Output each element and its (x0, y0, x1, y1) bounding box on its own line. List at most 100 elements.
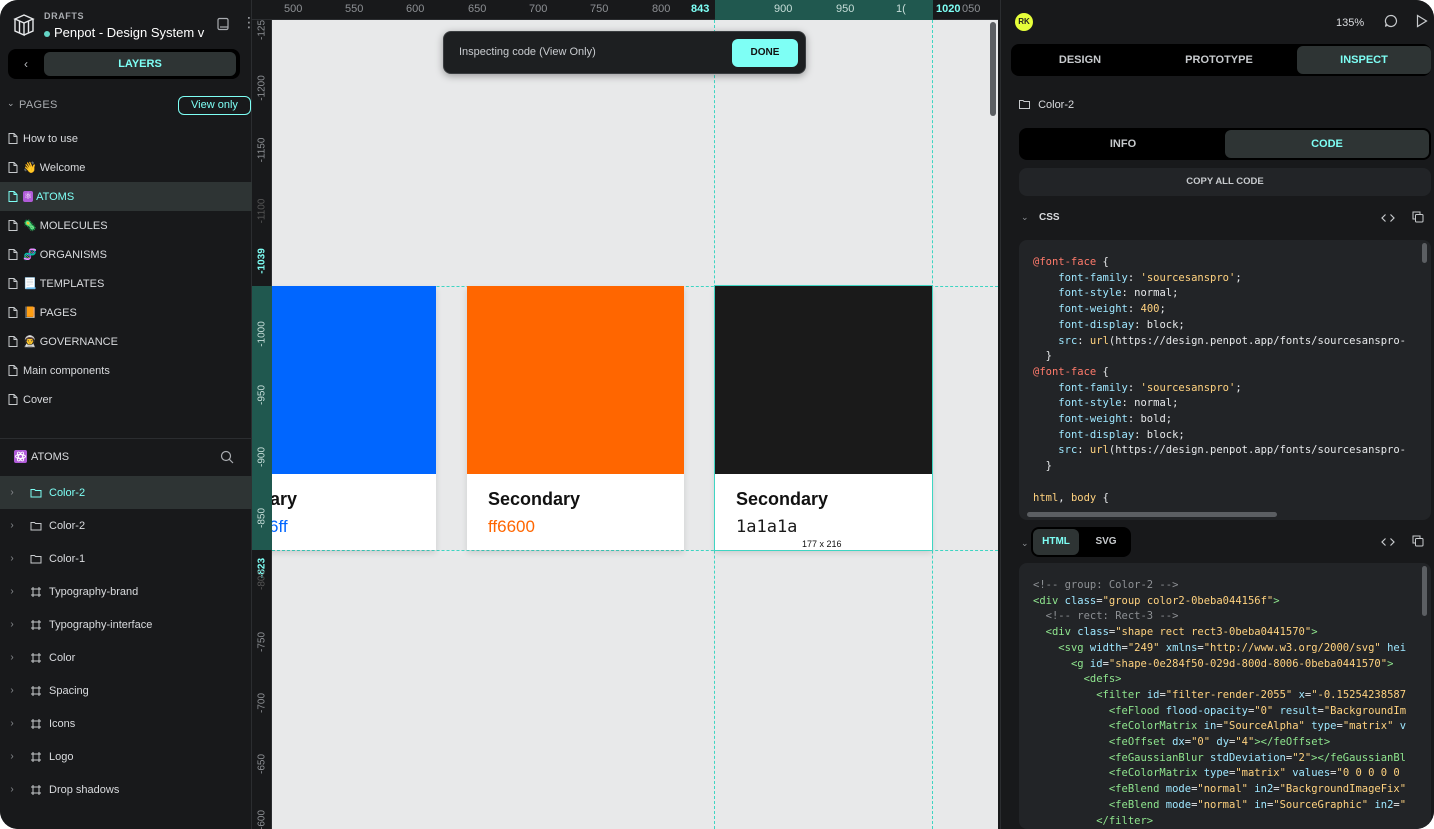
ruler-label: -750 (256, 631, 268, 653)
chevron-right-icon[interactable]: › (0, 784, 24, 795)
copy-all-code-button[interactable]: COPY ALL CODE (1019, 168, 1431, 196)
comments-icon[interactable] (1384, 14, 1398, 28)
layer-item-drop-shadows[interactable]: › Drop shadows (0, 773, 252, 806)
board-icon (31, 586, 41, 597)
page-emoji: ⚛ (23, 191, 34, 202)
vertical-ruler: -125 -1200 -1150 -1100 -1039 -1000 -950 … (252, 20, 272, 829)
page-item-main-components[interactable]: Main components (0, 356, 252, 385)
layer-item-color-2[interactable]: › Color-2 (0, 509, 252, 542)
page-item-governance[interactable]: 👨‍🚀 GOVERNANCE (0, 327, 252, 356)
selection-size-label: 177 x 216 (802, 539, 842, 549)
color-swatch-card-primary[interactable]: nary 6ff (272, 286, 436, 550)
code-horizontal-scrollbar[interactable] (1027, 512, 1277, 517)
page-label: Welcome (39, 161, 86, 174)
ruler-label: -1100 (256, 198, 268, 224)
layer-label: Color (49, 651, 76, 664)
tab-prototype[interactable]: PROTOTYPE (1152, 46, 1286, 74)
code-icon[interactable] (1381, 535, 1395, 549)
penpot-logo-icon[interactable] (12, 12, 36, 38)
tab-svg[interactable]: SVG (1083, 529, 1129, 555)
layer-item-color-2-selected[interactable]: › Color-2 (0, 476, 252, 509)
page-item-molecules[interactable]: 🦠 MOLECULES (0, 211, 252, 240)
color-swatch-card-secondary[interactable]: Secondary ff6600 (467, 286, 684, 550)
chevron-right-icon[interactable]: › (0, 619, 24, 630)
layer-label: Spacing (49, 684, 89, 697)
copy-icon[interactable] (1412, 211, 1424, 223)
page-item-pages[interactable]: 📙 PAGES (0, 298, 252, 327)
page-label: TEMPLATES (39, 277, 105, 290)
html-code-block[interactable]: <!-- group: Color-2 --> <div class="grou… (1019, 563, 1431, 829)
book-icon[interactable] (216, 17, 230, 31)
ruler-label: -950 (256, 384, 268, 406)
chevron-right-icon[interactable]: › (0, 586, 24, 597)
page-item-welcome[interactable]: 👋 Welcome (0, 153, 252, 182)
layers-tabbar: ‹ LAYERS (8, 49, 240, 79)
ruler-label: -600 (256, 809, 268, 829)
back-button[interactable]: ‹ (12, 52, 40, 76)
copy-icon[interactable] (1412, 535, 1424, 547)
mode-tabs: DESIGN PROTOTYPE INSPECT (1011, 44, 1431, 76)
css-code: @font-face { font-family: 'sourcesanspro… (1033, 256, 1407, 504)
inspect-toast: Inspecting code (View Only) DONE (443, 31, 806, 74)
page-item-organisms[interactable]: 🧬 ORGANISMS (0, 240, 252, 269)
page-icon (8, 365, 18, 376)
search-icon[interactable] (220, 450, 234, 464)
ruler-label: 900 (774, 3, 793, 15)
tab-code[interactable]: CODE (1225, 130, 1429, 158)
chevron-right-icon[interactable]: › (0, 751, 24, 762)
page-label: MOLECULES (39, 219, 108, 232)
tab-html[interactable]: HTML (1033, 529, 1079, 555)
page-list: How to use 👋 Welcome ⚛ ATOMS 🦠 MOLECULES… (0, 124, 252, 414)
selection-guide-right (932, 20, 933, 829)
code-scrollbar[interactable] (1422, 243, 1427, 263)
tab-info[interactable]: INFO (1021, 130, 1225, 158)
page-item-how-to-use[interactable]: How to use (0, 124, 252, 153)
page-icon (8, 249, 18, 260)
tab-inspect[interactable]: INSPECT (1297, 46, 1431, 74)
ruler-label: 950 (836, 3, 855, 15)
canvas-scrollbar[interactable] (990, 22, 996, 116)
folder-icon (30, 554, 42, 563)
layer-item-logo[interactable]: › Logo (0, 740, 252, 773)
layer-item-color-1[interactable]: › Color-1 (0, 542, 252, 575)
zoom-level[interactable]: 135% (1336, 17, 1364, 29)
board-icon (31, 619, 41, 630)
page-item-templates[interactable]: 📃 TEMPLATES (0, 269, 252, 298)
chevron-right-icon[interactable]: › (0, 718, 24, 729)
layer-item-typography-brand[interactable]: › Typography-brand (0, 575, 252, 608)
layer-item-color[interactable]: › Color (0, 641, 252, 674)
chevron-right-icon[interactable]: › (0, 685, 24, 696)
canvas-viewport[interactable]: nary 6ff Secondary ff6600 Secondary 1a1a… (272, 20, 998, 829)
layer-label: Typography-brand (49, 585, 139, 598)
view-only-badge[interactable]: View only (178, 96, 251, 115)
board-icon (31, 784, 41, 795)
ruler-label: 650 (468, 3, 487, 15)
layer-item-icons[interactable]: › Icons (0, 707, 252, 740)
chevron-right-icon[interactable]: › (0, 553, 24, 564)
tab-design[interactable]: DESIGN (1013, 46, 1147, 74)
drafts-label: DRAFTS (44, 11, 85, 21)
page-label: ORGANISMS (39, 248, 107, 261)
tab-layers[interactable]: LAYERS (44, 52, 236, 76)
chevron-down-icon[interactable]: ⌄ (1021, 538, 1029, 549)
layer-list: › Color-2 › Color-2 › Color-1 › Typograp… (0, 476, 252, 806)
chevron-down-icon[interactable]: ⌄ (7, 98, 15, 109)
avatar[interactable]: RK (1015, 13, 1033, 31)
page-label: ATOMS (36, 190, 75, 203)
page-item-cover[interactable]: Cover (0, 385, 252, 414)
swatch-color-fill (467, 286, 684, 474)
project-name[interactable]: Penpot - Design System v (44, 25, 214, 40)
layer-item-spacing[interactable]: › Spacing (0, 674, 252, 707)
chevron-right-icon[interactable]: › (0, 652, 24, 663)
layer-item-typography-interface[interactable]: › Typography-interface (0, 608, 252, 641)
play-icon[interactable] (1416, 14, 1428, 28)
done-button[interactable]: DONE (732, 39, 798, 67)
chevron-down-icon[interactable]: ⌄ (1021, 212, 1029, 223)
page-item-atoms[interactable]: ⚛ ATOMS (0, 182, 252, 211)
css-code-block[interactable]: @font-face { font-family: 'sourcesanspro… (1019, 240, 1431, 520)
code-icon[interactable] (1381, 211, 1395, 225)
page-icon (8, 191, 18, 202)
code-scrollbar[interactable] (1422, 566, 1427, 616)
chevron-right-icon[interactable]: › (0, 487, 24, 498)
chevron-right-icon[interactable]: › (0, 520, 24, 531)
